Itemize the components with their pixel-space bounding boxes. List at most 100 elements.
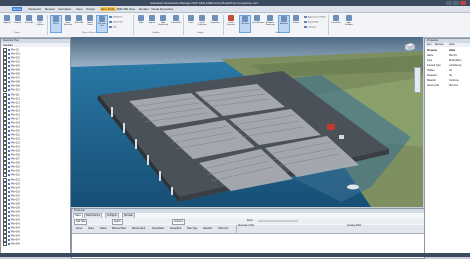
timeliner-button[interactable]: TimeLiner bbox=[239, 15, 251, 33]
sets-icon bbox=[109, 26, 112, 28]
column-attached[interactable]: Attached bbox=[203, 228, 212, 230]
tab-view[interactable]: View bbox=[76, 7, 82, 11]
tab-review[interactable]: Review bbox=[45, 7, 55, 11]
maximize-button[interactable] bbox=[453, 1, 459, 5]
minimize-button[interactable] bbox=[446, 1, 452, 5]
properties-button[interactable]: Properties bbox=[210, 15, 220, 31]
column-actual-start[interactable]: Actual Start bbox=[152, 228, 164, 230]
batch-utility-button[interactable]: Batch Utility bbox=[304, 21, 319, 24]
select-all-button[interactable]: Select All bbox=[74, 15, 84, 31]
column-total-cost[interactable]: Total Cost bbox=[218, 228, 228, 230]
model-item-icon bbox=[8, 182, 10, 185]
clash-detective-button[interactable]: Clash Detective bbox=[226, 15, 236, 31]
unhide-all-button[interactable]: Unhide All bbox=[171, 15, 181, 31]
property-label: Internal Type bbox=[427, 64, 441, 67]
appearance-profiler-button[interactable]: Appearance Profiler bbox=[304, 16, 326, 19]
select-button[interactable]: Select bbox=[50, 15, 62, 33]
tab-output[interactable]: Output bbox=[86, 7, 95, 11]
select-same-button[interactable]: Select Same bbox=[85, 15, 95, 31]
tab-element[interactable]: Element bbox=[435, 44, 443, 46]
viewcube[interactable] bbox=[403, 42, 417, 52]
compare-button[interactable]: Compare bbox=[304, 26, 316, 29]
navigation-bar[interactable] bbox=[414, 67, 421, 93]
tree-item-label: Pile-016 bbox=[11, 113, 20, 117]
tab-lcoa[interactable]: LcOa bbox=[449, 44, 455, 46]
hide-unselected-icon bbox=[160, 15, 166, 21]
model-item-icon bbox=[8, 235, 10, 238]
column-active[interactable]: Active bbox=[76, 228, 82, 230]
zoom-slider[interactable] bbox=[258, 220, 298, 222]
viewcube-icon bbox=[404, 42, 416, 52]
model-item-icon bbox=[8, 49, 10, 51]
model-item-icon bbox=[8, 101, 10, 104]
quick-properties-icon bbox=[199, 15, 205, 21]
column-actual-end[interactable]: Actual End bbox=[170, 228, 181, 230]
sets-dropdown[interactable]: Sets bbox=[109, 26, 117, 29]
close-button[interactable] bbox=[460, 1, 466, 5]
3d-viewport[interactable] bbox=[71, 37, 423, 207]
tab-home[interactable]: Home bbox=[12, 7, 23, 11]
scripter-button[interactable]: Scripter bbox=[291, 15, 301, 31]
selection-tree-dropdown[interactable]: Standard bbox=[1, 43, 70, 47]
refresh-button[interactable]: Refresh bbox=[13, 15, 23, 31]
autodesk-rendering-button[interactable]: Autodesk Rendering bbox=[265, 15, 275, 31]
properties-icon bbox=[212, 15, 218, 21]
tab-item[interactable]: Item bbox=[427, 44, 431, 46]
model-item-icon bbox=[8, 166, 10, 169]
timeliner-column-header: Active Name Status Planned Start Planned… bbox=[72, 225, 424, 234]
tree-item-label: Pile-014 bbox=[11, 105, 20, 109]
hide-button[interactable]: Hide bbox=[136, 15, 146, 31]
tree-item[interactable]: Pile-048 bbox=[2, 242, 69, 247]
property-label: Required bbox=[427, 74, 437, 77]
group-label-tools: Tools bbox=[275, 32, 280, 34]
column-planned-end[interactable]: Planned End bbox=[132, 228, 145, 230]
gantt-month-label: December 2011 bbox=[238, 225, 255, 227]
tree-item-label: Pile-048 bbox=[11, 242, 20, 246]
column-name[interactable]: Name bbox=[88, 228, 94, 230]
property-label: Type bbox=[427, 59, 433, 62]
find-items-button[interactable]: Find Items bbox=[109, 16, 122, 19]
selection-tree-list[interactable]: Pier-01 Pile-001 Pile-002 Pile-003 Pile-004 P… bbox=[2, 48, 69, 252]
selection-tree-button[interactable]: Selection Tree bbox=[96, 15, 108, 33]
file-options-button[interactable]: File Options bbox=[35, 15, 45, 31]
tab-bim360[interactable]: BIM 360 Glue bbox=[117, 7, 135, 11]
links-button[interactable]: Links bbox=[186, 15, 196, 31]
model-item-icon bbox=[8, 146, 10, 149]
app-manager-icon bbox=[346, 15, 352, 21]
quick-find-field[interactable]: Quick Find bbox=[109, 21, 123, 24]
datatools-button[interactable]: DataTools bbox=[331, 15, 341, 31]
model-item-icon bbox=[8, 154, 10, 157]
column-planned-start[interactable]: Planned Start bbox=[112, 228, 126, 230]
group-label-project: Project bbox=[14, 32, 21, 34]
quantification-button[interactable]: Quantification bbox=[252, 15, 264, 31]
expand-toggle-icon[interactable] bbox=[3, 242, 7, 247]
column-task-type[interactable]: Task Type bbox=[187, 228, 197, 230]
model-item-icon bbox=[8, 174, 10, 177]
model-item-icon bbox=[8, 85, 10, 88]
animator-button[interactable]: Animator bbox=[278, 15, 290, 33]
properties-tabs: Item Element LcOa bbox=[425, 43, 470, 47]
timeliner-toolbar: Add Task Attach Columns Zoom bbox=[72, 218, 424, 225]
model-item-icon bbox=[8, 210, 10, 213]
model-item-icon bbox=[8, 121, 10, 124]
tab-render[interactable]: Render bbox=[139, 7, 149, 11]
ribbon-separator bbox=[47, 15, 48, 35]
gantt-chart-area[interactable] bbox=[72, 234, 424, 253]
refresh-icon bbox=[15, 15, 21, 21]
tab-visual-dynamics[interactable]: Visual Dynamics bbox=[151, 7, 173, 11]
port-model-scene bbox=[71, 37, 423, 207]
require-button[interactable]: Require bbox=[147, 15, 157, 31]
app-manager-button[interactable]: App Manager bbox=[344, 15, 354, 31]
tree-item-label: Pile-038 bbox=[11, 202, 20, 206]
tab-viewpoint[interactable]: Viewpoint bbox=[28, 7, 41, 11]
append-button[interactable]: Append bbox=[2, 15, 12, 31]
model-item-icon bbox=[8, 218, 10, 221]
column-status[interactable]: Status bbox=[100, 228, 107, 230]
tab-animation[interactable]: Animation bbox=[58, 7, 71, 11]
quick-properties-button[interactable]: Quick Properties bbox=[197, 15, 207, 31]
tab-item-tools[interactable]: Item Tools bbox=[100, 7, 116, 11]
save-selection-button[interactable]: Save Selection bbox=[63, 15, 73, 31]
reset-all-button[interactable]: Reset All bbox=[24, 15, 34, 31]
hide-unselected-button[interactable]: Hide Unselected bbox=[158, 15, 168, 31]
ribbon: Append Refresh Reset All File Options Se… bbox=[0, 13, 470, 38]
